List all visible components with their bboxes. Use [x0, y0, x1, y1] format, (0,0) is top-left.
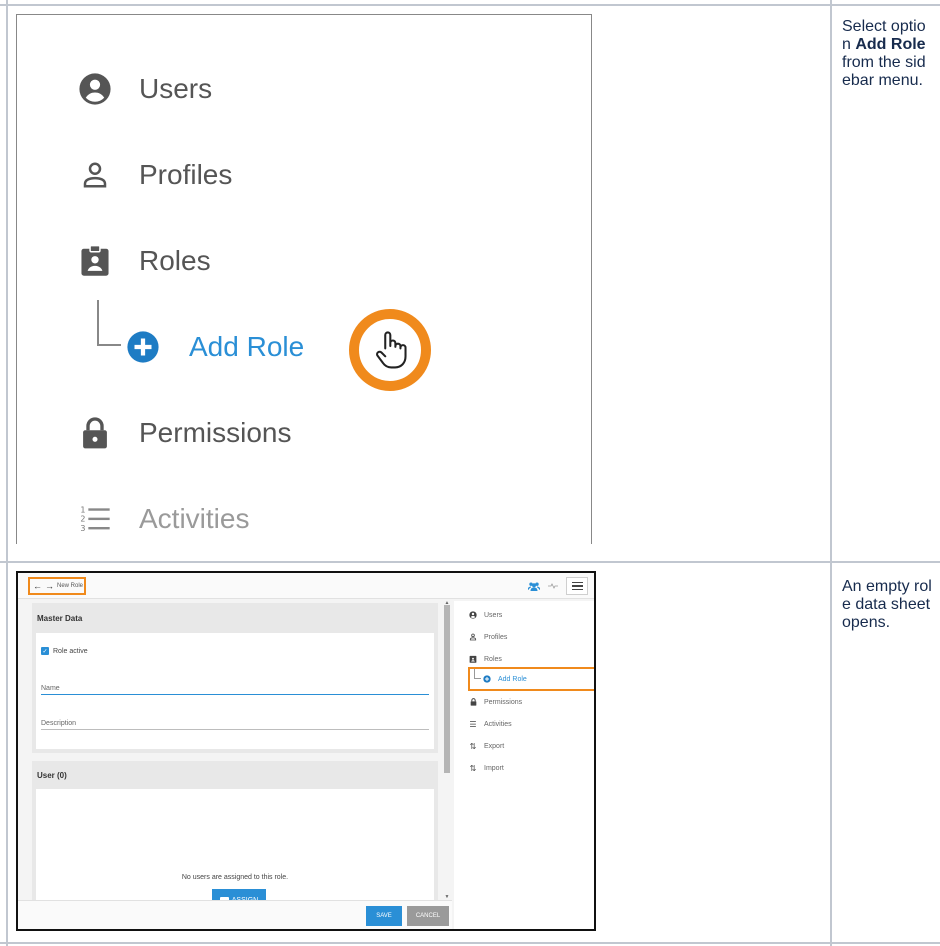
- sidebar-item-profiles[interactable]: Profiles: [468, 631, 507, 643]
- cancel-button[interactable]: CANCEL: [407, 906, 449, 926]
- panel-title: Master Data: [37, 613, 83, 623]
- step-1-instruction: Select option Add Role from the sidebar …: [842, 18, 934, 90]
- users-body: No users are assigned to this role. ASSI…: [36, 789, 434, 911]
- zoom-menu-label: Roles: [139, 245, 211, 276]
- table-border-left: [6, 0, 8, 946]
- sidebar-item-label: Roles: [484, 655, 502, 663]
- lock-icon: [77, 415, 113, 451]
- svg-text:2: 2: [80, 515, 85, 524]
- master-data-panel: Master Data ✓ Role active Name Descripti…: [32, 603, 438, 753]
- users-group-icon[interactable]: [528, 582, 540, 591]
- zoomed-sidebar-screenshot: Users Profiles Roles Add Role Permission…: [16, 14, 592, 544]
- save-button[interactable]: SAVE: [366, 906, 402, 926]
- table-column-divider: [830, 0, 832, 946]
- sidebar-item-label: Activities: [484, 720, 512, 728]
- zoom-menu-item-permissions: Permissions: [77, 413, 291, 453]
- sidebar-item-users[interactable]: Users: [468, 609, 502, 621]
- app-screenshot: ← → New Role Master Data ✓ Role active N…: [16, 571, 596, 931]
- description-field[interactable]: Description: [41, 720, 429, 730]
- scrollbar-thumb[interactable]: [444, 605, 450, 773]
- list-icon: ☰: [469, 719, 477, 729]
- instruction-text: from the sidebar menu.: [842, 54, 926, 89]
- add-role-highlight: [468, 667, 594, 691]
- sidebar-item-label: Permissions: [484, 698, 523, 706]
- sort-arrows-icon: ⇅: [469, 763, 477, 773]
- hamburger-menu-icon[interactable]: [566, 577, 588, 595]
- sidebar-item-permissions[interactable]: Permissions: [468, 696, 522, 708]
- table-row-divider: [0, 561, 940, 563]
- sidebar-item-label: Profiles: [484, 633, 508, 641]
- main-scrollbar[interactable]: ▲ ▼: [444, 601, 450, 900]
- step-2-instruction: An empty role data sheet opens.: [842, 578, 932, 631]
- role-active-checkbox[interactable]: ✓ Role active: [41, 647, 88, 655]
- users-panel: User (0) No users are assigned to this r…: [32, 761, 438, 911]
- app-topbar: ← → New Role: [18, 573, 594, 599]
- checkmark-icon: ✓: [41, 647, 49, 655]
- zoom-menu-item-activities: 123 Activities: [77, 499, 249, 539]
- account-circle-icon: [468, 611, 478, 619]
- zoom-menu-label: Activities: [139, 503, 250, 534]
- instruction-emphasis: Add Role: [855, 36, 926, 53]
- activity-pulse-icon[interactable]: [548, 583, 558, 589]
- topbar-actions: [528, 577, 588, 595]
- zoom-menu-item-add-role[interactable]: Add Role: [125, 327, 304, 367]
- lock-icon: [468, 698, 478, 706]
- svg-text:3: 3: [80, 524, 85, 533]
- checkbox-label: Role active: [53, 647, 88, 655]
- sidebar-item-import[interactable]: ⇅ Import: [468, 762, 504, 774]
- click-indicator: [349, 309, 431, 391]
- sidebar-item-label: Export: [484, 742, 505, 750]
- zoom-menu-label: Profiles: [139, 159, 233, 190]
- hand-pointer-icon: [376, 331, 407, 369]
- forward-arrow-icon[interactable]: →: [45, 581, 54, 591]
- plus-circle-icon: [125, 329, 161, 365]
- zoom-menu-label: Add Role: [189, 331, 305, 362]
- sidebar-item-label: Users: [484, 611, 503, 619]
- sort-arrows-icon: ⇅: [469, 741, 477, 751]
- master-data-body: ✓ Role active Name Description: [36, 633, 434, 749]
- back-arrow-icon[interactable]: ←: [33, 581, 42, 591]
- name-field[interactable]: Name: [41, 685, 429, 695]
- svg-text:1: 1: [80, 505, 85, 514]
- badge-icon: [77, 243, 113, 279]
- badge-icon: [468, 655, 478, 663]
- breadcrumb-highlight: ← → New Role: [28, 577, 86, 595]
- person-outline-icon: [468, 633, 478, 641]
- instruction-table: Users Profiles Roles Add Role Permission…: [0, 0, 940, 946]
- panel-title: User (0): [37, 770, 67, 780]
- sidebar-item-export[interactable]: ⇅ Export: [468, 740, 505, 752]
- table-border-top: [0, 4, 940, 6]
- zoom-menu-label: Permissions: [139, 417, 292, 448]
- tree-connector: [97, 300, 121, 346]
- person-outline-icon: [77, 157, 113, 193]
- table-border-bottom: [0, 942, 940, 944]
- main-content: Master Data ✓ Role active Name Descripti…: [32, 601, 440, 911]
- zoom-menu-item-users: Users: [77, 69, 212, 109]
- account-circle-icon: [77, 71, 113, 107]
- scroll-down-icon[interactable]: ▼: [444, 895, 450, 900]
- sidebar-item-label: Import: [484, 764, 504, 772]
- zoom-menu-item-profiles: Profiles: [77, 155, 232, 195]
- zoom-menu-item-roles: Roles: [77, 241, 211, 281]
- app-sidebar-menu: Users Profiles Roles Add Role Permission…: [454, 601, 594, 929]
- zoom-menu-label: Users: [139, 73, 213, 104]
- sidebar-item-roles[interactable]: Roles: [468, 653, 502, 665]
- numbered-list-icon: 123: [77, 501, 113, 537]
- sidebar-item-activities[interactable]: ☰ Activities: [468, 718, 512, 730]
- form-actions-bar: SAVE CANCEL: [18, 900, 452, 929]
- page-title: New Role: [57, 583, 84, 589]
- empty-users-message: No users are assigned to this role.: [181, 874, 289, 881]
